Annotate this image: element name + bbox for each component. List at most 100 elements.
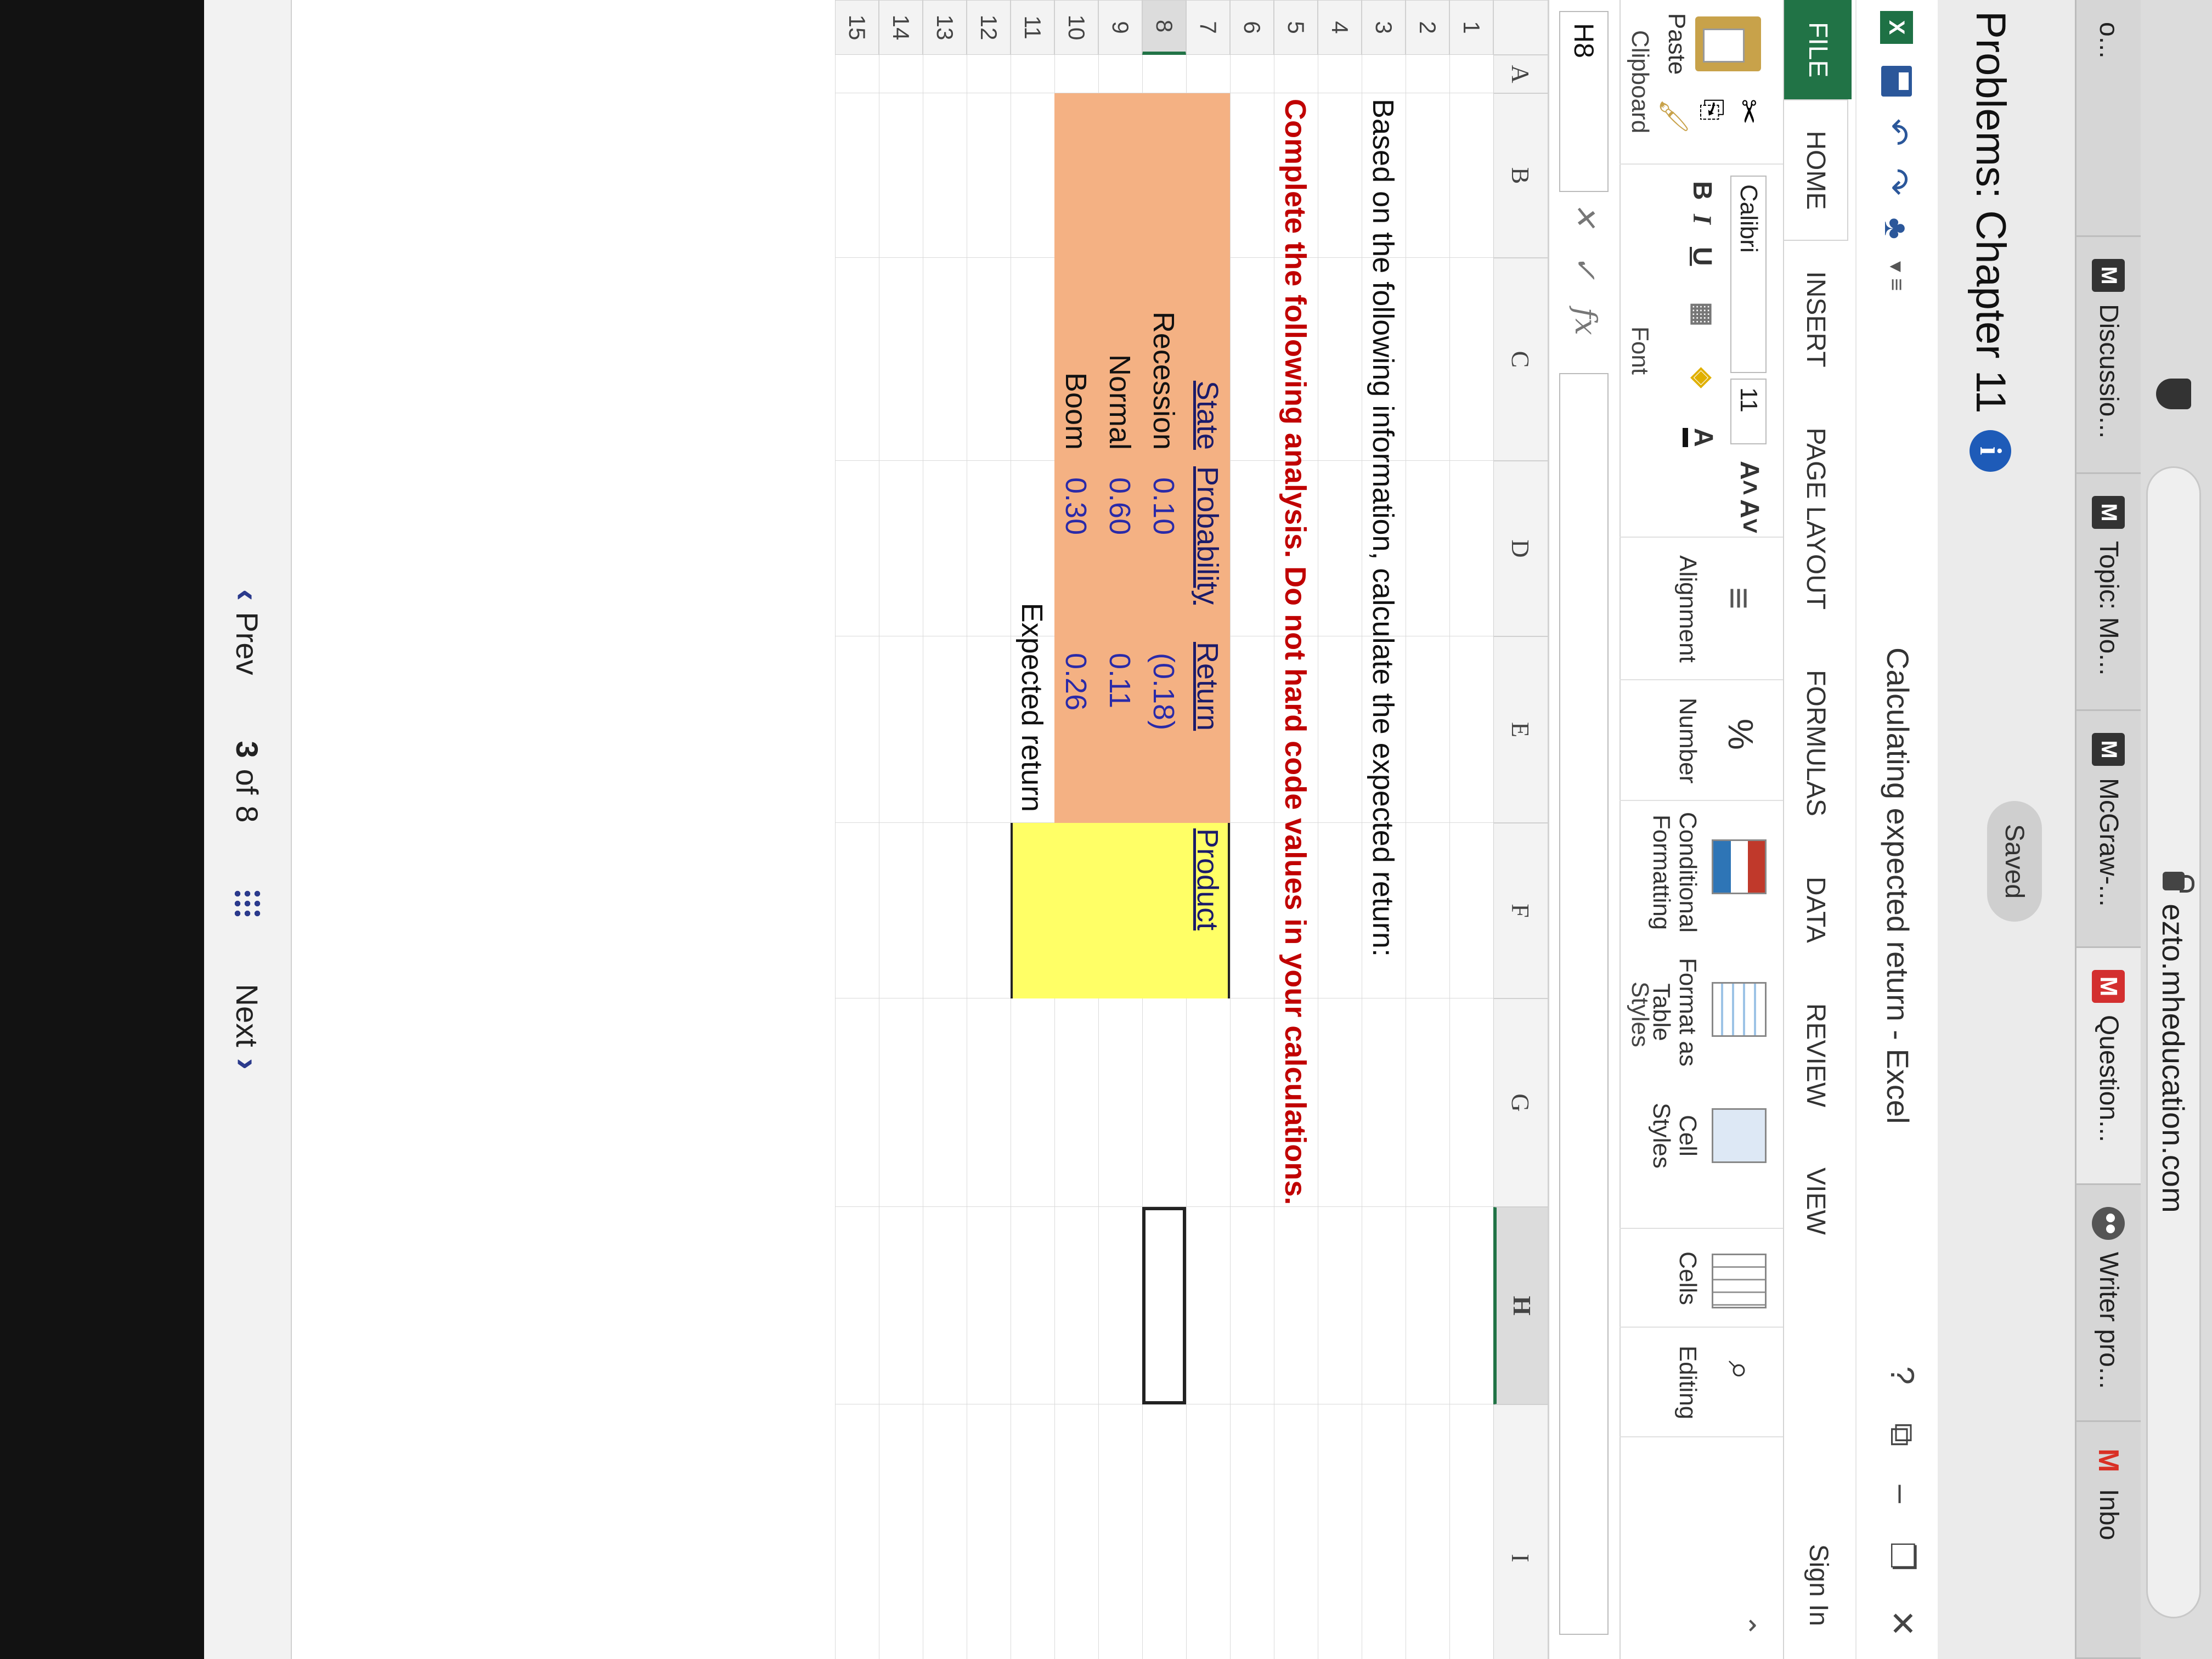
browser-tab[interactable]: Writer pro...	[2076, 1185, 2141, 1422]
cell-d14[interactable]	[879, 461, 923, 636]
column-header-g[interactable]: G	[1493, 998, 1548, 1207]
font-size-select[interactable]: 11	[1730, 379, 1767, 444]
cell-h9[interactable]	[1098, 1207, 1142, 1404]
cell-h10[interactable]	[1054, 1207, 1098, 1404]
column-header-a[interactable]: A	[1493, 55, 1548, 93]
font-name-select[interactable]: Calibri	[1730, 176, 1767, 373]
cell-d2[interactable]	[1406, 461, 1449, 636]
tab-page-layout[interactable]: PAGE LAYOUT	[1784, 398, 1831, 640]
row-header-11[interactable]: 11	[1011, 0, 1054, 55]
cell-g9[interactable]	[1098, 998, 1142, 1207]
cell-b15[interactable]	[835, 93, 879, 258]
cell-e6[interactable]	[1230, 636, 1274, 823]
cell-c13[interactable]	[923, 258, 967, 461]
ribbon-display-icon[interactable]: ⧉	[1883, 1423, 1921, 1447]
cell-g3[interactable]	[1362, 998, 1406, 1207]
cell-h13[interactable]	[923, 1207, 967, 1404]
shrink-font-button[interactable]: A˅	[1734, 499, 1764, 534]
cell-c1[interactable]	[1449, 258, 1493, 461]
cell-e2[interactable]	[1406, 636, 1449, 823]
cell-e1[interactable]	[1449, 636, 1493, 823]
cell-d12[interactable]	[967, 461, 1011, 636]
row-header-7[interactable]: 7	[1186, 0, 1230, 55]
tab-data[interactable]: DATA	[1784, 847, 1831, 973]
cell-a11[interactable]	[1011, 55, 1054, 93]
paste-icon[interactable]	[1695, 16, 1761, 71]
cell-d4[interactable]	[1318, 461, 1362, 636]
cell-i11[interactable]	[1011, 1404, 1054, 1659]
column-header-h[interactable]: H	[1493, 1207, 1548, 1404]
cell-i9[interactable]	[1098, 1404, 1142, 1659]
grow-font-button[interactable]: A˄	[1734, 461, 1764, 495]
cell-h6[interactable]	[1230, 1207, 1274, 1404]
cell-h7[interactable]	[1186, 1207, 1230, 1404]
cell-i1[interactable]	[1449, 1404, 1493, 1659]
alignment-button[interactable]: Alignment	[1674, 543, 1701, 675]
customize-qat-icon[interactable]: ▾ ≡	[1884, 261, 1909, 291]
undo-icon[interactable]: ↶	[1877, 119, 1916, 146]
cell-h2[interactable]	[1406, 1207, 1449, 1404]
conditional-formatting-icon[interactable]	[1712, 839, 1767, 894]
cell-g1[interactable]	[1449, 998, 1493, 1207]
cell-e14[interactable]	[879, 636, 923, 823]
cell-b13[interactable]	[923, 93, 967, 258]
cell-a6[interactable]	[1230, 55, 1274, 93]
address-bar[interactable]: ezto.mheducation.com	[2146, 466, 2201, 1618]
tab-home[interactable]: HOME	[1784, 99, 1848, 241]
conditional-formatting-button[interactable]: Conditional Formatting	[1647, 801, 1701, 944]
browser-tab-active[interactable]: M Question...	[2076, 948, 2141, 1185]
cell-i14[interactable]	[879, 1404, 923, 1659]
cell-a7[interactable]	[1186, 55, 1230, 93]
cell-f12[interactable]	[967, 823, 1011, 998]
cell-g8[interactable]	[1142, 998, 1186, 1207]
cell-i13[interactable]	[923, 1404, 967, 1659]
cell-a10[interactable]	[1054, 55, 1098, 93]
cell-c2[interactable]	[1406, 258, 1449, 461]
cell-i6[interactable]	[1230, 1404, 1274, 1659]
row-header-5[interactable]: 5	[1274, 0, 1318, 55]
cell-f4[interactable]	[1318, 823, 1362, 998]
tab-formulas[interactable]: FORMULAS	[1784, 640, 1831, 847]
cell-h14[interactable]	[879, 1207, 923, 1404]
cell-g12[interactable]	[967, 998, 1011, 1207]
cell-d1[interactable]	[1449, 461, 1493, 636]
column-header-i[interactable]: I	[1493, 1404, 1548, 1659]
prev-button[interactable]: ‹ Prev	[227, 589, 268, 675]
selected-cell-h8[interactable]	[1142, 1207, 1186, 1404]
cell-g7[interactable]	[1186, 998, 1230, 1207]
cell-h1[interactable]	[1449, 1207, 1493, 1404]
cell-e12[interactable]	[967, 636, 1011, 823]
cell-h12[interactable]	[967, 1207, 1011, 1404]
cell-i5[interactable]	[1274, 1404, 1318, 1659]
cell-d6[interactable]	[1230, 461, 1274, 636]
row-header-15[interactable]: 15	[835, 0, 879, 55]
minimize-icon[interactable]: –	[1883, 1485, 1921, 1503]
restore-icon[interactable]: ❐	[1883, 1542, 1921, 1571]
percent-icon[interactable]: %	[1720, 719, 1761, 750]
cell-g2[interactable]	[1406, 998, 1449, 1207]
cell-a12[interactable]	[967, 55, 1011, 93]
cell-a1[interactable]	[1449, 55, 1493, 93]
cell-f6[interactable]	[1230, 823, 1274, 998]
cell-i2[interactable]	[1406, 1404, 1449, 1659]
info-icon[interactable]: i	[1970, 430, 2012, 472]
cell-c14[interactable]	[879, 258, 923, 461]
cell-f13[interactable]	[923, 823, 967, 998]
sign-in-link[interactable]: Sign In	[1803, 1544, 1833, 1626]
insert-function-icon[interactable]: fx	[1568, 308, 1603, 335]
cell-g11[interactable]	[1011, 998, 1054, 1207]
enter-icon[interactable]: ✓	[1568, 255, 1603, 280]
cell-i10[interactable]	[1054, 1404, 1098, 1659]
cell-i12[interactable]	[967, 1404, 1011, 1659]
question-grid-icon[interactable]	[233, 888, 262, 918]
format-painter-icon[interactable]: 🖌	[1657, 99, 1690, 133]
cell-e13[interactable]	[923, 636, 967, 823]
cell-d15[interactable]	[835, 461, 879, 636]
cell-c6[interactable]	[1230, 258, 1274, 461]
redo-icon[interactable]: ↷	[1877, 168, 1916, 195]
column-header-b[interactable]: B	[1493, 93, 1548, 258]
cell-f1[interactable]	[1449, 823, 1493, 998]
cell-h3[interactable]	[1362, 1207, 1406, 1404]
row-header-14[interactable]: 14	[879, 0, 923, 55]
format-as-table-icon[interactable]	[1712, 982, 1767, 1037]
